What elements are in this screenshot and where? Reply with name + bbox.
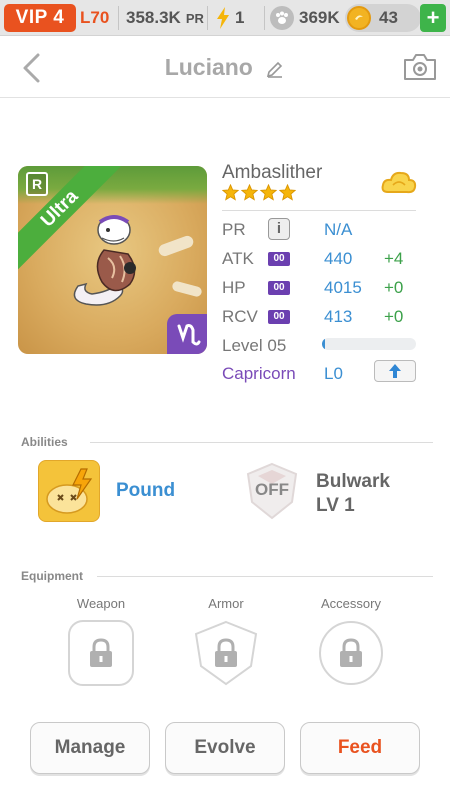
arrow-up-icon (389, 364, 401, 378)
equipment-slot-label: Weapon (76, 596, 126, 611)
paw-counter[interactable]: 369K (270, 4, 340, 32)
zodiac-level: L0 (324, 364, 343, 383)
equipment-slot-label: Armor (208, 596, 244, 611)
paw-icon (270, 6, 294, 30)
stat-row-hp: HP 00 4015 +0 (222, 274, 422, 300)
feed-button[interactable]: Feed (300, 722, 420, 774)
lock-icon (215, 638, 237, 667)
power-unit: PR (185, 10, 204, 26)
power-value: 358.3K (126, 8, 181, 27)
equipment-title: Equipment (21, 569, 83, 583)
coin-counter[interactable]: 43 (345, 4, 421, 32)
star-rating (222, 184, 296, 201)
title-wrap: Luciano (0, 54, 450, 81)
divider (207, 6, 208, 30)
stat-badge: 00 (268, 281, 290, 295)
accessory-slot[interactable] (318, 620, 384, 686)
snake-monster-illustration (73, 215, 136, 306)
page-title: Luciano (164, 54, 253, 80)
stat-value: 440 (324, 249, 353, 268)
power-rating: 358.3K PR (126, 4, 204, 32)
coin-icon (347, 6, 371, 30)
stat-label: HP (222, 278, 246, 297)
star-icon (260, 184, 277, 201)
stat-bonus: +0 (384, 278, 404, 297)
stat-badge: 00 (268, 252, 290, 266)
bone-decoration (157, 234, 195, 258)
vip-badge[interactable]: VIP 4 (4, 4, 76, 32)
divider (264, 6, 265, 30)
divider (222, 210, 416, 211)
armor-slot[interactable] (193, 620, 259, 686)
divider (97, 576, 433, 577)
lock-icon (340, 638, 362, 667)
status-bar: VIP 4 L70 358.3K PR 1 369K 43 + (0, 0, 450, 36)
stat-label: ATK (222, 249, 254, 268)
monster-level: Level 05 (222, 336, 287, 355)
stat-badge: 00 (268, 310, 290, 324)
ability-level: LV 1 (316, 495, 355, 516)
stat-row-atk: ATK 00 440 +4 (222, 245, 422, 271)
stat-bonus: +4 (384, 249, 404, 268)
weapon-slot[interactable] (68, 620, 134, 686)
star-icon (279, 184, 296, 201)
energy-counter[interactable]: 1 (216, 4, 244, 32)
cloud-element-icon (381, 171, 417, 194)
monster-name: Ambaslither (222, 162, 323, 183)
info-icon[interactable]: i (268, 218, 290, 240)
monster-portrait[interactable]: Ultra R (18, 166, 207, 354)
shield-icon[interactable]: OFF (244, 462, 300, 520)
evolve-button[interactable]: Evolve (165, 722, 285, 774)
pound-ability-icon[interactable] (38, 460, 100, 522)
rarity-tag: R (26, 172, 48, 196)
capricorn-icon (167, 314, 207, 354)
add-currency-button[interactable]: + (420, 4, 446, 32)
bone-decoration (171, 280, 203, 298)
ability-name-text: Bulwark (316, 471, 390, 492)
equipment-slot-label: Accessory (321, 596, 381, 611)
off-label: OFF (255, 480, 289, 499)
stat-value: 413 (324, 307, 353, 326)
divider (90, 442, 433, 443)
camera-icon[interactable] (402, 52, 438, 82)
stat-row-pr: PR i N/A (222, 216, 422, 242)
pencil-icon[interactable] (265, 59, 285, 79)
divider (118, 6, 119, 30)
stat-bonus: +0 (384, 307, 404, 326)
energy-value: 1 (235, 8, 245, 27)
player-level: L70 (80, 8, 110, 27)
abilities-title: Abilities (21, 435, 68, 449)
level-progress-bar (322, 338, 416, 350)
lock-icon (90, 638, 112, 667)
star-icon (241, 184, 258, 201)
header: Luciano (0, 36, 450, 98)
lightning-icon (217, 7, 229, 29)
zodiac-name: Capricorn (222, 364, 296, 383)
ability-name[interactable]: Pound (116, 480, 175, 502)
stat-row-rcv: RCV 00 413 +0 (222, 303, 422, 329)
stat-value: N/A (324, 220, 353, 239)
stat-label: PR (222, 220, 246, 239)
star-icon (222, 184, 239, 201)
manage-button[interactable]: Manage (30, 722, 150, 774)
paw-value: 369K (299, 8, 340, 27)
stat-label: RCV (222, 307, 258, 326)
ability-name[interactable]: Bulwark LV 1 (316, 470, 390, 518)
monster-detail-screen: VIP 4 L70 358.3K PR 1 369K 43 + Luciano … (0, 0, 450, 800)
zodiac-upgrade-button[interactable] (374, 360, 416, 382)
stat-value: 4015 (324, 278, 362, 297)
coin-value: 43 (379, 8, 398, 27)
